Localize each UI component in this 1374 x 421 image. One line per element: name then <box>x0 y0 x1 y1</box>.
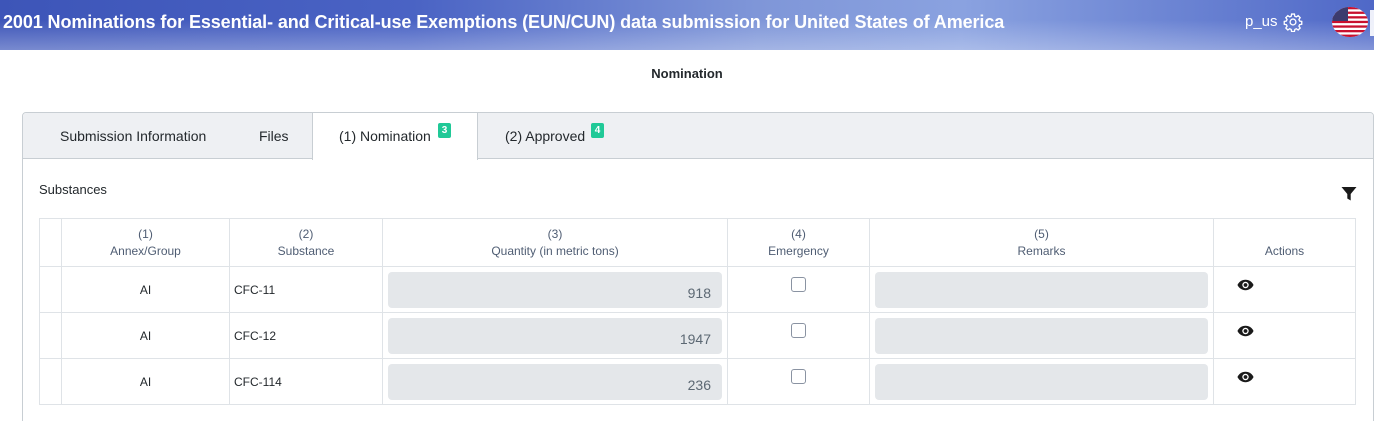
nomination-count-badge: 3 <box>438 123 451 138</box>
column-label: Quantity (in metric tons) <box>491 244 619 258</box>
column-label: Substance <box>277 244 335 258</box>
actions-cell <box>1213 312 1356 359</box>
column-label: Actions <box>1264 244 1305 258</box>
table-header-row: (1) Annex/Group (2) Substance (3) Quanti… <box>39 218 1356 267</box>
eye-icon[interactable] <box>1237 325 1254 337</box>
table-row: AI CFC-11 918 <box>39 266 1356 313</box>
quantity-cell: 1947 <box>382 312 728 359</box>
row-select-cell[interactable] <box>39 266 62 313</box>
emergency-cell <box>727 312 870 359</box>
quantity-cell: 918 <box>382 266 728 313</box>
quantity-field[interactable]: 236 <box>388 363 722 400</box>
substance-cell: CFC-114 <box>229 358 383 405</box>
tab-label: (2) Approved <box>505 128 586 144</box>
page-title: 2001 Nominations for Essential- and Crit… <box>3 12 1005 32</box>
column-number: (4) <box>791 227 806 241</box>
actions-cell <box>1213 266 1356 313</box>
column-header-substance: (2) Substance <box>229 218 383 267</box>
quantity-cell: 236 <box>382 358 728 405</box>
flag-edge <box>1370 10 1374 36</box>
column-header-emergency: (4) Emergency <box>727 218 870 267</box>
remarks-field[interactable] <box>875 271 1208 308</box>
column-header-remarks: (5) Remarks <box>869 218 1214 267</box>
nomination-card: Submission Information Files (1) Nominat… <box>22 112 1374 421</box>
tab-label: Files <box>259 128 289 144</box>
user-name[interactable]: p_us <box>1245 13 1278 30</box>
eye-icon[interactable] <box>1237 371 1254 383</box>
column-number: (1) <box>138 227 153 241</box>
annex-cell: AI <box>61 312 230 359</box>
column-number: (3) <box>547 227 563 241</box>
tab-approved[interactable]: (2) Approved 4 <box>505 113 604 159</box>
remarks-field[interactable] <box>875 317 1208 354</box>
tab-label: (1) Nomination <box>339 128 431 144</box>
column-number: (2) <box>298 227 314 241</box>
row-select-header <box>39 218 62 267</box>
column-number: (5) <box>1034 227 1049 241</box>
section-label: Substances <box>39 182 107 197</box>
remarks-cell <box>869 266 1214 313</box>
gear-icon[interactable] <box>1283 12 1303 32</box>
remarks-cell <box>869 358 1214 405</box>
tab-nomination[interactable]: (1) Nomination 3 <box>312 113 478 160</box>
column-label: Emergency <box>768 244 829 258</box>
tab-files[interactable]: Files <box>259 113 289 159</box>
emergency-checkbox[interactable] <box>791 369 806 384</box>
filter-icon[interactable] <box>1341 186 1357 202</box>
top-banner: 2001 Nominations for Essential- and Crit… <box>0 0 1374 50</box>
substance-cell: CFC-12 <box>229 312 383 359</box>
approved-count-badge: 4 <box>591 123 604 138</box>
row-select-cell[interactable] <box>39 312 62 359</box>
emergency-cell <box>727 266 870 313</box>
column-header-annex: (1) Annex/Group <box>61 218 230 267</box>
remarks-field[interactable] <box>875 363 1208 400</box>
substance-cell: CFC-11 <box>229 266 383 313</box>
column-label: Remarks <box>1017 244 1066 258</box>
remarks-cell <box>869 312 1214 359</box>
tab-label: Submission Information <box>60 128 207 144</box>
quantity-field[interactable]: 1947 <box>388 317 722 354</box>
tab-submission-information[interactable]: Submission Information <box>60 113 206 159</box>
emergency-checkbox[interactable] <box>791 277 806 292</box>
tab-bar: Submission Information Files (1) Nominat… <box>23 113 1373 160</box>
quantity-field[interactable]: 918 <box>388 271 722 308</box>
substances-table: (1) Annex/Group (2) Substance (3) Quanti… <box>39 218 1356 405</box>
column-header-quantity: (3) Quantity (in metric tons) <box>382 218 728 267</box>
table-row: AI CFC-114 236 <box>39 358 1356 405</box>
column-label: Annex/Group <box>110 244 181 258</box>
page-heading: Nomination <box>651 66 723 81</box>
emergency-checkbox[interactable] <box>791 323 806 338</box>
column-header-actions: Actions <box>1213 218 1356 267</box>
us-flag-icon[interactable] <box>1332 7 1368 37</box>
eye-icon[interactable] <box>1237 279 1254 291</box>
actions-cell <box>1213 358 1356 405</box>
emergency-cell <box>727 358 870 405</box>
table-row: AI CFC-12 1947 <box>39 312 1356 359</box>
annex-cell: AI <box>61 358 230 405</box>
annex-cell: AI <box>61 266 230 313</box>
row-select-cell[interactable] <box>39 358 62 405</box>
